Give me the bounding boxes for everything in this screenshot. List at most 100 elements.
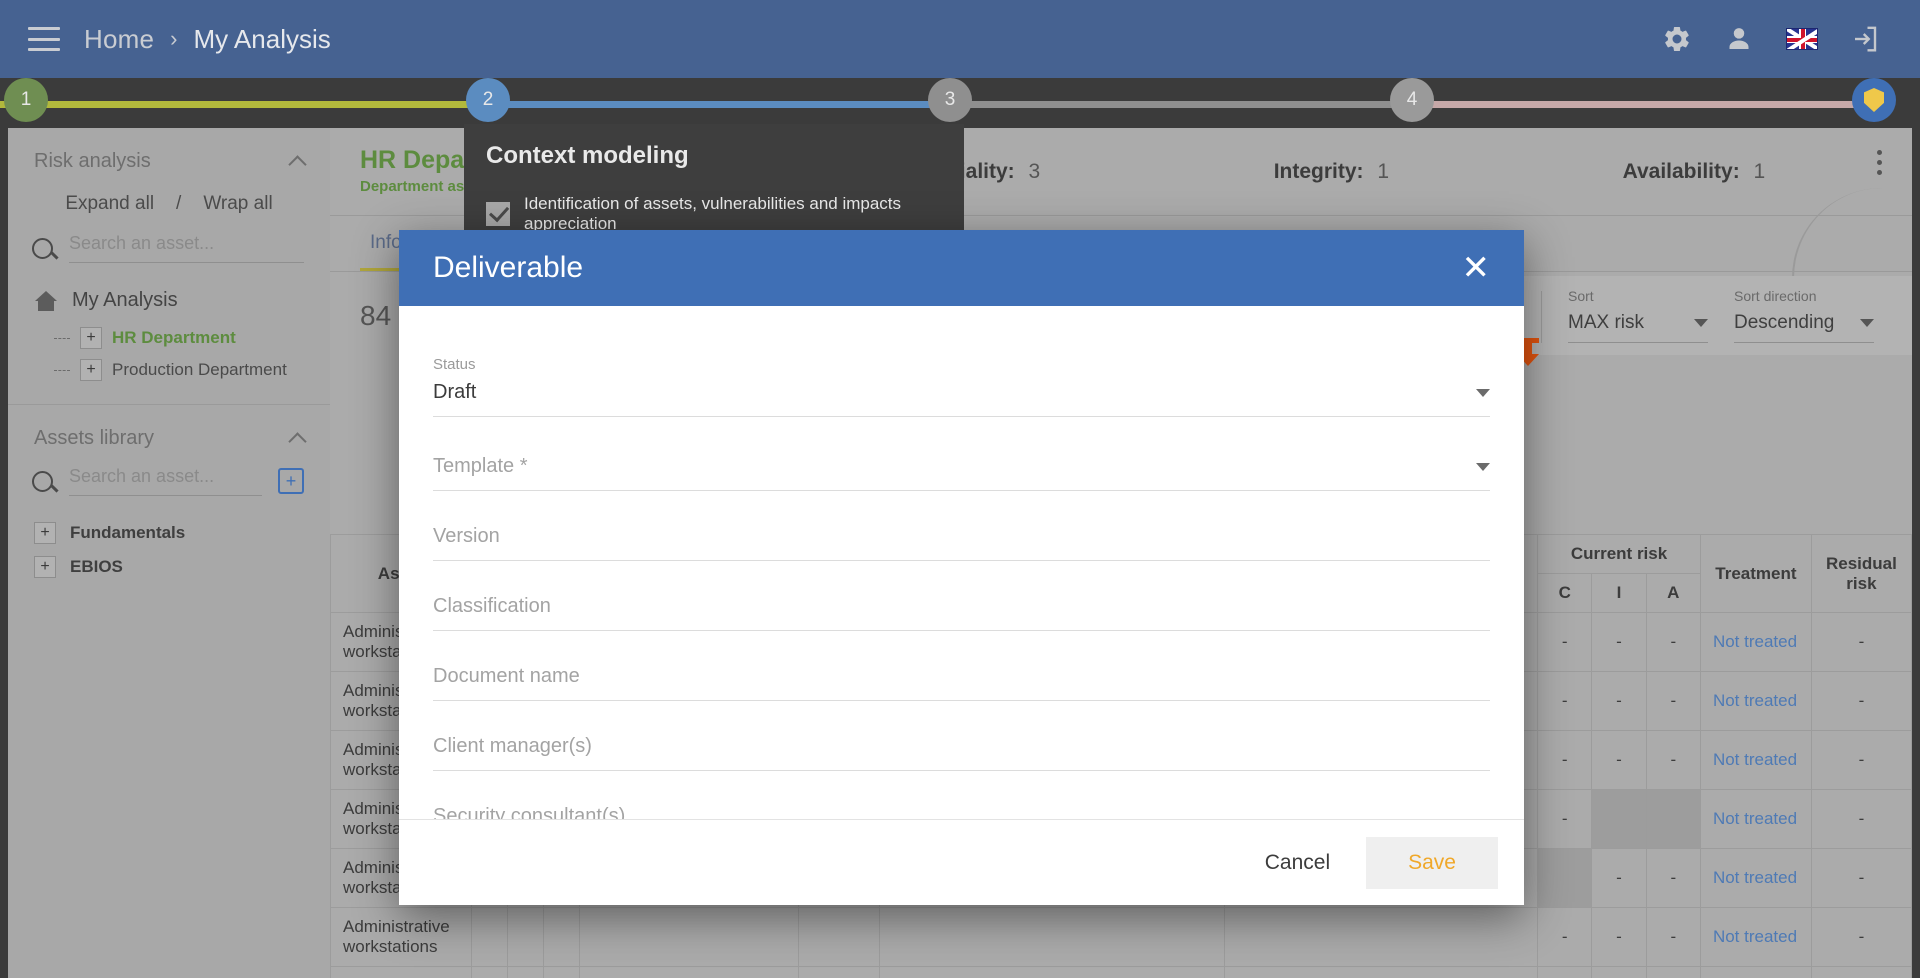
cell-asset: Administrative workstations xyxy=(330,966,472,978)
cell-treatment[interactable]: Not treated xyxy=(1699,966,1812,978)
close-icon[interactable]: ✕ xyxy=(1462,251,1491,285)
deliverable-dialog: Deliverable ✕ Status Draft Template * Ve xyxy=(399,230,1524,905)
cell-treatment[interactable]: Not treated xyxy=(1699,848,1812,908)
checkbox-checked-icon[interactable] xyxy=(486,202,510,226)
chevron-down-icon[interactable] xyxy=(1476,462,1490,471)
table-row[interactable]: Administrative workstations - - - Not tr… xyxy=(330,907,1912,967)
tree-root-my-analysis[interactable]: My Analysis xyxy=(8,283,330,322)
expand-icon[interactable]: + xyxy=(80,327,102,349)
cell-threat xyxy=(578,966,800,978)
gear-icon[interactable] xyxy=(1662,24,1692,54)
availability-number: 1 xyxy=(1753,159,1766,183)
stepper-segment-1 xyxy=(0,101,478,108)
sort-direction-select[interactable]: Sort direction Descending xyxy=(1734,288,1874,343)
cell-current-i: - xyxy=(1591,966,1647,978)
cell-current-a xyxy=(1645,789,1701,849)
th-residual-risk[interactable]: Residual risk xyxy=(1810,534,1912,613)
field-client-managers[interactable]: Client manager(s) xyxy=(433,719,1490,771)
stepper-step-4-label: 4 xyxy=(1406,89,1418,110)
cell-treatment[interactable]: Not treated xyxy=(1699,612,1812,672)
library-item-ebios[interactable]: + EBIOS xyxy=(8,550,330,584)
stepper-step-4[interactable]: 4 xyxy=(1390,78,1434,122)
breadcrumb-current[interactable]: My Analysis xyxy=(193,24,330,55)
expand-icon[interactable]: + xyxy=(80,359,102,381)
cell-current-c: - xyxy=(1537,789,1593,849)
context-modeling-tooltip: Context modeling Identification of asset… xyxy=(464,124,964,240)
stepper-final-badge[interactable] xyxy=(1852,78,1896,122)
chevron-up-icon[interactable] xyxy=(288,431,307,451)
stepper-step-2[interactable]: 2 xyxy=(466,78,510,122)
stepper-segment-2 xyxy=(478,101,948,108)
breadcrumb-home[interactable]: Home xyxy=(84,24,154,55)
wrap-all-link[interactable]: Wrap all xyxy=(203,193,272,215)
field-template[interactable]: Template * xyxy=(433,435,1490,491)
security-consultants-placeholder: Security consultant(s) xyxy=(433,805,626,819)
dialog-title: Deliverable xyxy=(433,251,584,284)
logout-icon[interactable] xyxy=(1850,24,1880,54)
flag-uk-icon[interactable] xyxy=(1786,28,1818,50)
library-item-label: EBIOS xyxy=(70,557,123,576)
table-row[interactable]: Administrative workstations - - - Not tr… xyxy=(330,966,1912,978)
sort-select[interactable]: Sort MAX risk xyxy=(1568,288,1708,343)
more-options-icon[interactable] xyxy=(1877,150,1882,175)
stepper-step-1[interactable]: 1 xyxy=(4,78,48,122)
sidebar-section-risk-analysis[interactable]: Risk analysis xyxy=(8,128,330,189)
tooltip-row[interactable]: Identification of assets, vulnerabilitie… xyxy=(486,194,942,234)
cell-residual: - xyxy=(1810,730,1912,790)
add-asset-icon[interactable]: + xyxy=(278,468,304,494)
sidebar-section-assets-library[interactable]: Assets library xyxy=(8,405,330,466)
field-status[interactable]: Status Draft xyxy=(433,352,1490,417)
stepper-step-3[interactable]: 3 xyxy=(928,78,972,122)
chevron-down-icon[interactable] xyxy=(1860,319,1874,327)
cell-residual: - xyxy=(1810,848,1912,908)
assets-library-search[interactable]: Search an asset... + xyxy=(8,466,330,502)
toolbar-divider xyxy=(1541,291,1542,343)
hamburger-menu-icon[interactable] xyxy=(28,27,60,51)
cell-vulnerability xyxy=(879,907,1225,967)
cell-treatment[interactable]: Not treated xyxy=(1699,730,1812,790)
breadcrumb-separator-icon: › xyxy=(170,26,178,51)
chevron-up-icon[interactable] xyxy=(288,154,307,174)
status-label: Status xyxy=(433,356,476,373)
th-treatment[interactable]: Treatment xyxy=(1699,534,1812,613)
cell-treatment[interactable]: Not treated xyxy=(1699,907,1812,967)
table-toolbar: Sort MAX risk Sort direction Descending xyxy=(1457,276,1912,366)
tree-branch-line xyxy=(54,369,70,371)
expand-all-link[interactable]: Expand all xyxy=(65,193,154,215)
stepper-segment-4 xyxy=(1418,101,1878,108)
library-item-fundamentals[interactable]: + Fundamentals xyxy=(8,516,330,550)
save-button[interactable]: Save xyxy=(1366,836,1498,889)
search-icon xyxy=(32,470,53,492)
cell-treatment[interactable]: Not treated xyxy=(1699,789,1812,849)
th-current-risk: Current risk xyxy=(1537,534,1701,574)
integrity-number: 1 xyxy=(1377,159,1390,183)
template-placeholder: Template * xyxy=(433,455,528,477)
field-security-consultants[interactable]: Security consultant(s) xyxy=(433,789,1490,819)
risk-analysis-search[interactable]: Search an asset... xyxy=(8,233,330,269)
chevron-down-icon[interactable] xyxy=(1476,388,1490,397)
expand-icon[interactable]: + xyxy=(34,556,56,578)
tree-item-hr-department[interactable]: + HR Department xyxy=(8,322,330,354)
field-classification[interactable]: Classification xyxy=(433,579,1490,631)
cancel-button[interactable]: Cancel xyxy=(1239,837,1356,889)
field-document-name[interactable]: Document name xyxy=(433,649,1490,701)
stepper-step-1-label: 1 xyxy=(20,89,32,110)
chevron-down-icon[interactable] xyxy=(1694,319,1708,327)
client-managers-placeholder: Client manager(s) xyxy=(433,735,592,757)
cell-residual: - xyxy=(1810,789,1912,849)
integrity-label: Integrity: xyxy=(1273,159,1364,183)
expand-icon[interactable]: + xyxy=(34,522,56,544)
assets-library-search-field[interactable]: Search an asset... xyxy=(69,466,262,496)
cell-i xyxy=(506,966,544,978)
cell-treatment[interactable]: Not treated xyxy=(1699,671,1812,731)
assets-library-title: Assets library xyxy=(34,427,155,449)
user-icon[interactable] xyxy=(1724,24,1754,54)
cell-a xyxy=(542,966,580,978)
cell-current-c: - xyxy=(1537,730,1593,790)
cell-current-a: - xyxy=(1645,671,1701,731)
cell-threat-value xyxy=(798,966,881,978)
cell-current-a: - xyxy=(1645,966,1701,978)
tree-item-production-department[interactable]: + Production Department xyxy=(8,354,330,386)
risk-analysis-search-field[interactable]: Search an asset... xyxy=(69,233,304,263)
field-version[interactable]: Version xyxy=(433,509,1490,561)
